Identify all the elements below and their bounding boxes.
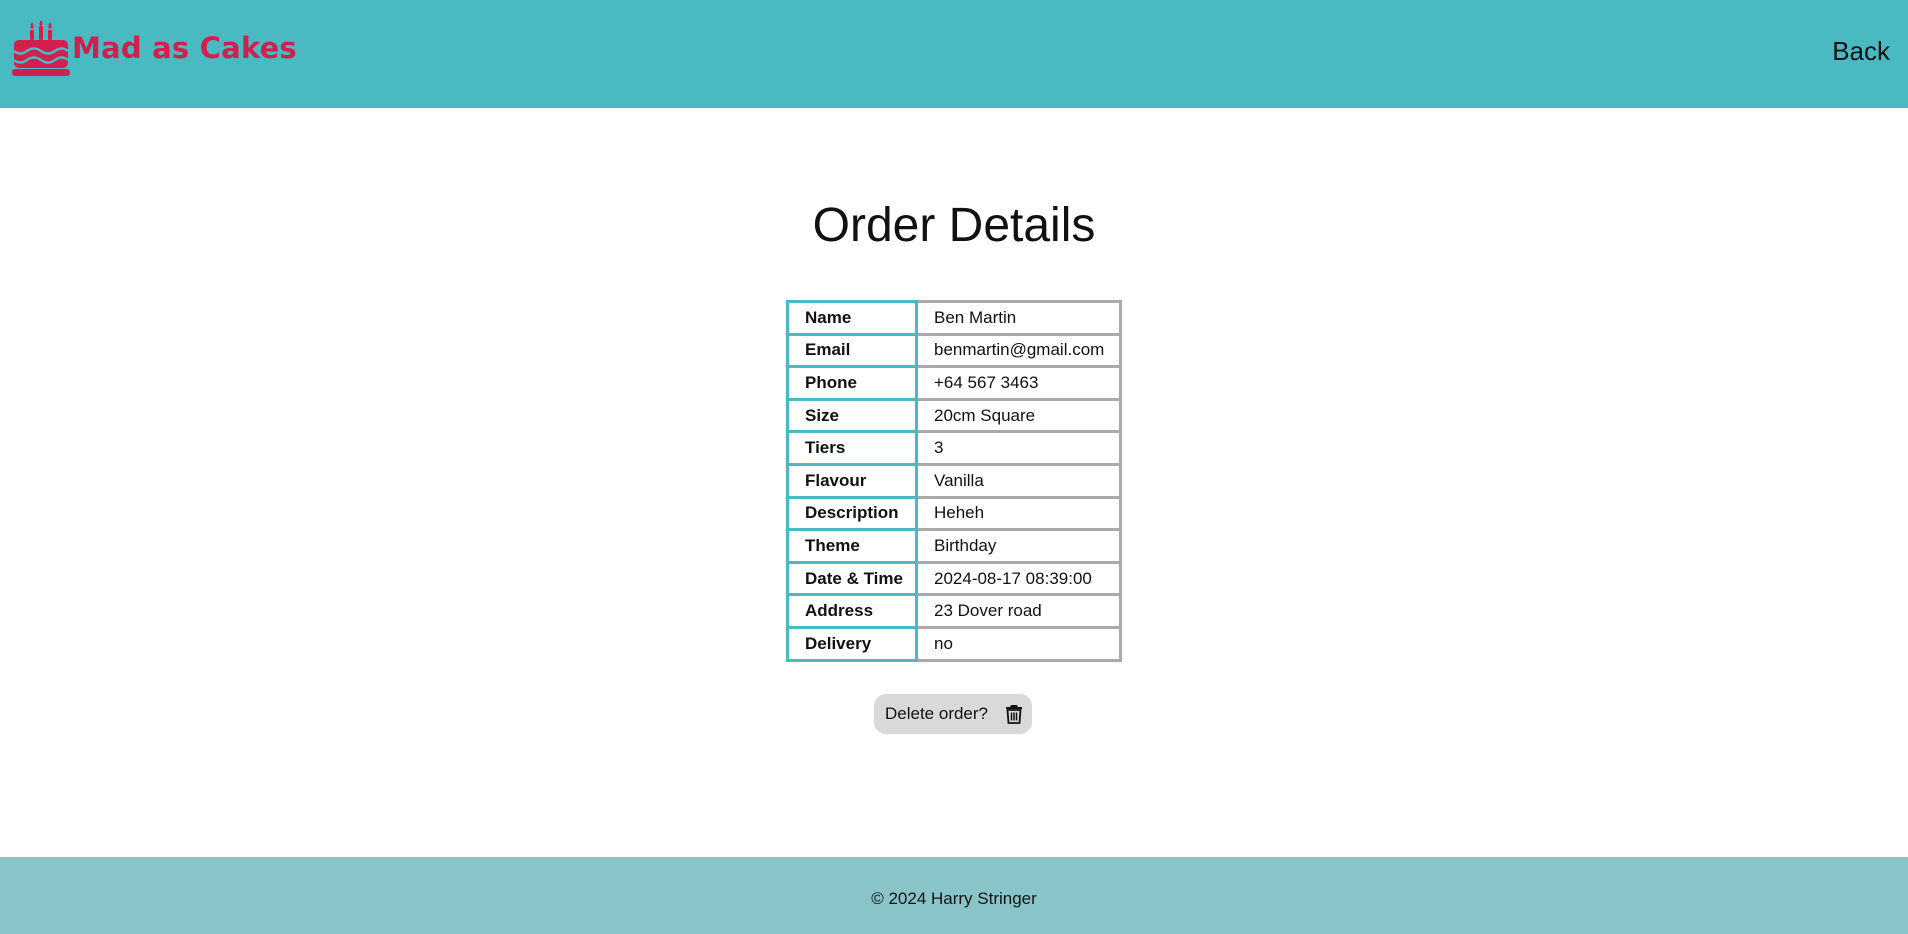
row-value: Birthday xyxy=(915,528,1122,564)
site-header: Mad as Cakes Back xyxy=(0,0,1908,108)
row-label: Flavour xyxy=(786,462,918,499)
row-value: benmartin@gmail.com xyxy=(915,332,1122,369)
delete-order-label: Delete order? xyxy=(885,704,989,723)
row-value: no xyxy=(915,625,1122,662)
site-footer: © 2024 Harry Stringer xyxy=(0,857,1908,934)
brand-home-link[interactable]: Mad as Cakes xyxy=(12,20,297,76)
row-label: Email xyxy=(786,332,918,369)
row-label: Name xyxy=(786,300,918,336)
row-label: Size xyxy=(786,397,918,434)
table-row: Theme Birthday xyxy=(786,528,1122,564)
table-row: Date & Time 2024-08-17 08:39:00 xyxy=(786,560,1122,597)
table-row: Phone +64 567 3463 xyxy=(786,365,1122,401)
row-value: 20cm Square xyxy=(915,397,1122,434)
table-row: Address 23 Dover road xyxy=(786,593,1122,629)
page-title: Order Details xyxy=(812,199,1096,252)
row-value: 3 xyxy=(915,430,1122,466)
table-row: Name Ben Martin xyxy=(786,300,1122,336)
table-row: Tiers 3 xyxy=(786,430,1122,466)
row-label: Theme xyxy=(786,528,918,564)
cake-icon xyxy=(12,20,70,76)
brand-name: Mad as Cakes xyxy=(72,31,297,65)
row-value: Vanilla xyxy=(915,462,1122,499)
row-label: Delivery xyxy=(786,625,918,662)
table-row: Description Heheh xyxy=(786,495,1122,532)
row-value: Heheh xyxy=(915,495,1122,532)
footer-copyright: © 2024 Harry Stringer xyxy=(871,889,1037,908)
table-row: Email benmartin@gmail.com xyxy=(786,332,1122,369)
row-label: Address xyxy=(786,593,918,629)
row-label: Date & Time xyxy=(786,560,918,597)
order-details-table: Name Ben Martin Email benmartin@gmail.co… xyxy=(786,300,1122,662)
row-label: Description xyxy=(786,495,918,532)
row-label: Tiers xyxy=(786,430,918,466)
row-value: 2024-08-17 08:39:00 xyxy=(915,560,1122,597)
table-row: Flavour Vanilla xyxy=(786,462,1122,499)
table-row: Delivery no xyxy=(786,625,1122,662)
delete-order-button[interactable]: Delete order? xyxy=(874,694,1032,734)
row-label: Phone xyxy=(786,365,918,401)
trash-icon xyxy=(1006,705,1023,724)
back-link[interactable]: Back xyxy=(1832,36,1890,67)
row-value: +64 567 3463 xyxy=(915,365,1122,401)
table-row: Size 20cm Square xyxy=(786,397,1122,434)
row-value: 23 Dover road xyxy=(915,593,1122,629)
row-value: Ben Martin xyxy=(915,300,1122,336)
